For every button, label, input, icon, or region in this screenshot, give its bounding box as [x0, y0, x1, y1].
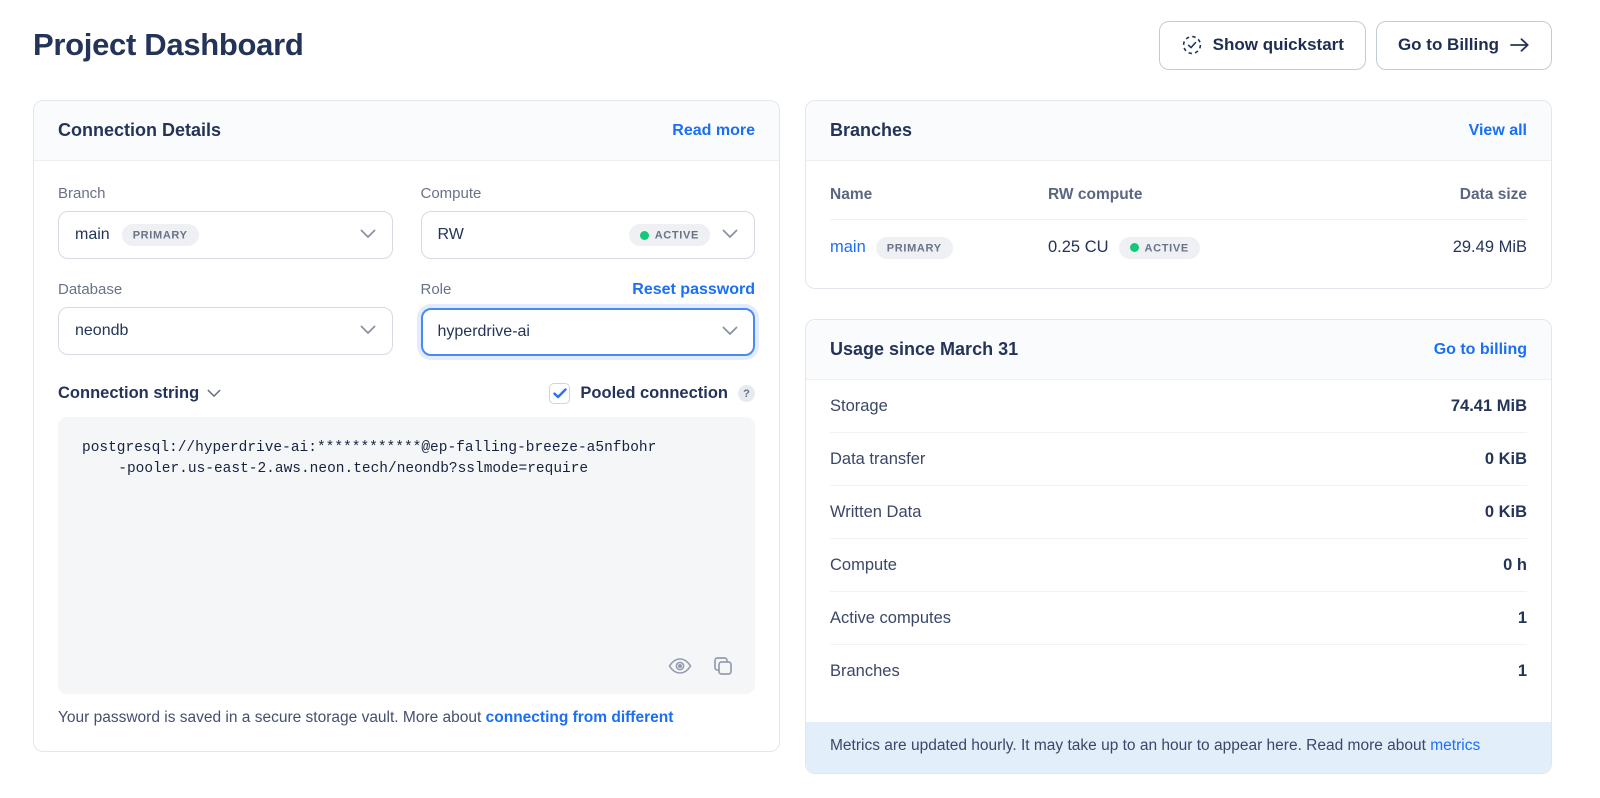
connection-details-title: Connection Details — [58, 120, 221, 141]
primary-badge: PRIMARY — [122, 224, 199, 246]
chevron-down-icon — [207, 385, 221, 403]
page-title: Project Dashboard — [33, 27, 304, 63]
database-label: Database — [58, 281, 393, 298]
reveal-password-eye-icon[interactable] — [665, 653, 695, 679]
branch-select[interactable]: main PRIMARY — [58, 211, 393, 259]
chevron-down-icon — [722, 323, 738, 341]
usage-row-data-transfer: Data transfer 0 KiB — [830, 433, 1527, 486]
chevron-down-icon — [722, 226, 738, 244]
go-to-billing-button[interactable]: Go to Billing — [1376, 21, 1552, 70]
arrow-right-icon — [1509, 37, 1530, 53]
branches-header: Branches View all — [806, 101, 1551, 161]
connection-string-toggle[interactable]: Connection string — [58, 384, 221, 403]
quickstart-check-icon — [1181, 34, 1203, 56]
branch-value: main — [75, 226, 110, 244]
column-header-rw-compute: RW compute — [1048, 186, 1460, 204]
connection-string-code-block: postgresql://hyperdrive-ai:************@… — [58, 417, 755, 694]
chevron-down-icon — [360, 226, 376, 244]
active-status-badge: ACTIVE — [1119, 237, 1200, 259]
read-more-link[interactable]: Read more — [672, 122, 755, 140]
branch-field: Branch main PRIMARY — [58, 185, 393, 259]
connecting-from-different-link[interactable]: connecting from different — [486, 709, 674, 726]
branches-table-head: Name RW compute Data size — [830, 171, 1527, 219]
copy-icon[interactable] — [709, 652, 737, 680]
branch-data-size: 29.49 MiB — [1453, 238, 1527, 257]
branch-compute-value: 0.25 CU — [1048, 238, 1109, 257]
metrics-info-bar: Metrics are updated hourly. It may take … — [806, 722, 1551, 773]
compute-select[interactable]: RW ACTIVE — [421, 211, 756, 259]
connection-string-label: Connection string — [58, 384, 199, 403]
active-status-badge: ACTIVE — [629, 224, 710, 246]
usage-card: Usage since March 31 Go to billing Stora… — [805, 319, 1552, 774]
connection-string-row: Connection string Pooled connection ? — [58, 383, 755, 404]
compute-field: Compute RW ACTIVE — [421, 185, 756, 259]
header-actions: Show quickstart Go to Billing — [1159, 21, 1552, 70]
database-value: neondb — [75, 322, 128, 340]
column-header-data-size: Data size — [1460, 186, 1527, 204]
role-label: Role — [421, 281, 452, 298]
connection-details-card: Connection Details Read more Branch main… — [33, 100, 780, 752]
view-all-link[interactable]: View all — [1469, 122, 1527, 140]
reset-password-link[interactable]: Reset password — [632, 281, 755, 299]
compute-label: Compute — [421, 185, 756, 202]
usage-row-active-computes: Active computes 1 — [830, 592, 1527, 645]
role-field: Role Reset password hyperdrive-ai — [421, 281, 756, 356]
code-actions — [665, 652, 737, 680]
usage-header: Usage since March 31 Go to billing — [806, 320, 1551, 380]
connection-string-line1: postgresql://hyperdrive-ai:************@… — [82, 438, 731, 459]
usage-row-written-data: Written Data 0 KiB — [830, 486, 1527, 539]
chevron-down-icon — [360, 322, 376, 340]
column-header-name: Name — [830, 186, 1048, 204]
database-field: Database neondb — [58, 281, 393, 356]
go-to-billing-label: Go to Billing — [1398, 35, 1499, 55]
role-select[interactable]: hyperdrive-ai — [421, 308, 756, 356]
usage-row-compute: Compute 0 h — [830, 539, 1527, 592]
pooled-connection-checkbox[interactable] — [549, 383, 570, 404]
primary-badge: PRIMARY — [876, 237, 953, 259]
active-dot-icon — [1130, 243, 1139, 252]
active-dot-icon — [640, 231, 649, 240]
branches-title: Branches — [830, 120, 912, 141]
show-quickstart-button[interactable]: Show quickstart — [1159, 21, 1366, 70]
connection-details-header: Connection Details Read more — [34, 101, 779, 161]
branches-table: Name RW compute Data size main PRIMARY 0… — [806, 161, 1551, 275]
database-select[interactable]: neondb — [58, 307, 393, 355]
branches-card: Branches View all Name RW compute Data s… — [805, 100, 1552, 289]
usage-row-storage: Storage 74.41 MiB — [830, 380, 1527, 433]
metrics-docs-link[interactable]: metrics — [1430, 737, 1480, 754]
show-quickstart-label: Show quickstart — [1213, 35, 1344, 55]
pooled-connection-control: Pooled connection ? — [549, 383, 755, 404]
branch-label: Branch — [58, 185, 393, 202]
project-dashboard-page: Project Dashboard Show quickstart Go to … — [0, 20, 1600, 774]
role-value: hyperdrive-ai — [438, 323, 530, 341]
go-to-billing-link[interactable]: Go to billing — [1434, 341, 1527, 359]
table-row: main PRIMARY 0.25 CU ACTIVE — [830, 219, 1527, 275]
password-vault-note: Your password is saved in a secure stora… — [58, 709, 755, 727]
usage-metrics-list: Storage 74.41 MiB Data transfer 0 KiB Wr… — [806, 380, 1551, 698]
top-header: Project Dashboard Show quickstart Go to … — [33, 20, 1552, 70]
help-icon[interactable]: ? — [738, 385, 755, 402]
branch-main-link[interactable]: main — [830, 238, 866, 257]
usage-title: Usage since March 31 — [830, 339, 1018, 360]
connection-string-line2: -pooler.us-east-2.aws.neon.tech/neondb?s… — [82, 459, 731, 480]
pooled-connection-label: Pooled connection — [580, 384, 728, 403]
usage-row-branches: Branches 1 — [830, 645, 1527, 698]
connection-details-body: Branch main PRIMARY — [34, 161, 779, 751]
compute-value: RW — [438, 226, 464, 244]
